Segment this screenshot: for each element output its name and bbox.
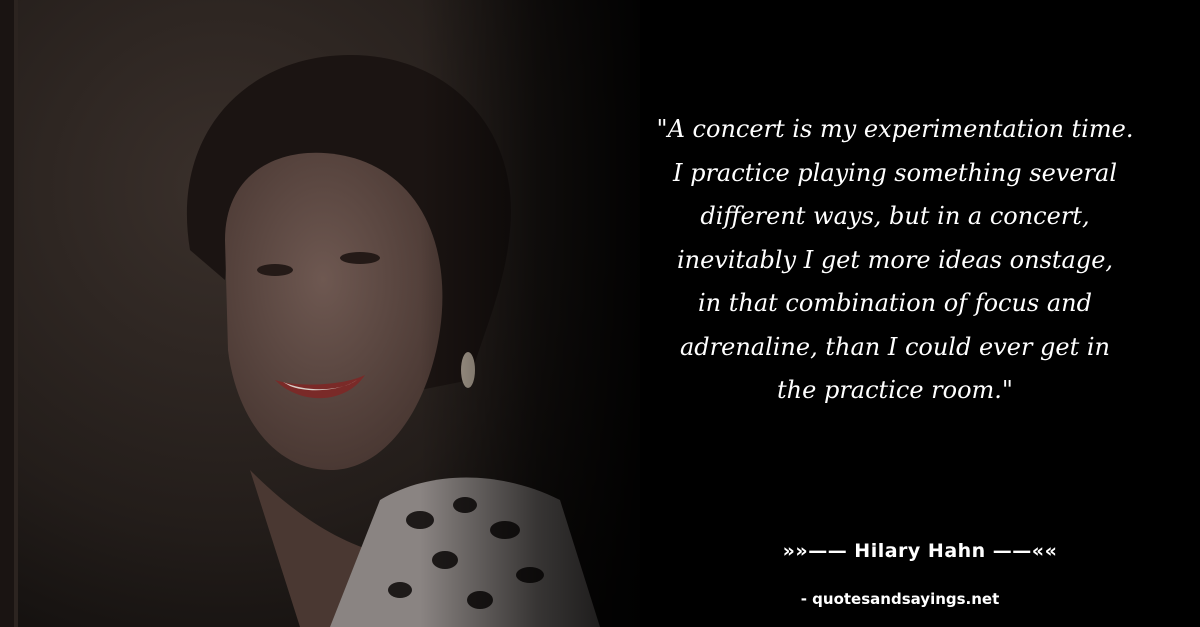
source-credit: - quotesandsayings.net bbox=[800, 590, 1000, 608]
quote-line: the practice room." bbox=[777, 376, 1013, 404]
quote-line: I practice playing something several bbox=[672, 158, 1117, 187]
quote-text: "A concert is my experimentation time. I… bbox=[600, 108, 1190, 413]
quote-line: different ways, but in a concert, bbox=[700, 202, 1090, 230]
quote-author: »»—— Hilary Hahn ——«« bbox=[782, 540, 1058, 562]
quote-line: adrenaline, than I could ever get in bbox=[679, 332, 1111, 361]
quote-line: inevitably I get more ideas onstage, bbox=[676, 245, 1114, 274]
quote-line: "A concert is my experimentation time. bbox=[656, 115, 1134, 143]
quote-card: "A concert is my experimentation time. I… bbox=[0, 0, 1200, 627]
quote-line: in that combination of focus and bbox=[697, 289, 1093, 317]
